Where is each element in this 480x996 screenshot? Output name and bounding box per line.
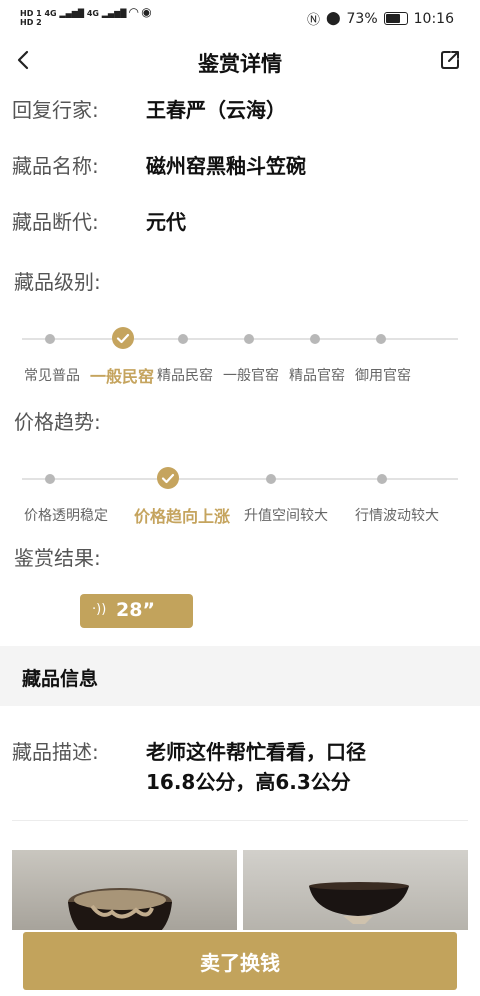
trend-label: 价格趋势: — [14, 410, 101, 434]
nfc-icon: Ⓝ — [306, 13, 320, 28]
info-section-bar: 藏品信息 — [0, 646, 480, 706]
desc-line-1: 老师这件帮忙看看，口径 — [146, 740, 366, 764]
desc-line-2: 16.8公分，高6.3公分 — [146, 770, 351, 794]
grade-step-dot — [376, 334, 386, 344]
signal-icon: ▂▄▆█ — [59, 9, 85, 18]
result-label: 鉴赏结果: — [14, 546, 101, 570]
wifi-icon: ◠ — [129, 5, 139, 19]
status-left: HD 1 4G ▂▄▆█ 4G ▂▄▆█ ◠ ◉ HD 2 — [20, 5, 152, 27]
grade-step-dot — [310, 334, 320, 344]
section-title: 藏品信息 — [22, 668, 99, 690]
item-name-value: 磁州窑黑釉斗笠碗 — [146, 154, 306, 178]
location-icon: ⬤ — [325, 11, 341, 26]
grade-step-label: 一般官窑 — [223, 368, 279, 384]
voice-message-button[interactable]: ·)) 28” — [80, 594, 193, 628]
battery-percent: 73% — [346, 10, 378, 27]
grade-track — [22, 338, 458, 340]
grade-step-label-active: 一般民窑 — [90, 367, 155, 386]
dynasty-value: 元代 — [146, 210, 186, 234]
item-photo-1[interactable] — [12, 850, 237, 930]
sell-button[interactable]: 卖了换钱 — [23, 932, 457, 990]
status-bar: HD 1 4G ▂▄▆█ 4G ▂▄▆█ ◠ ◉ HD 2 Ⓝ ⬤ 73% 10… — [0, 0, 480, 36]
trend-step-dot — [377, 474, 387, 484]
trend-step-label-active: 价格趋向上涨 — [134, 507, 231, 526]
sim2-label: HD 2 — [20, 18, 42, 27]
trend-step-label: 价格透明稳定 — [24, 508, 108, 524]
net-label: 4G — [44, 9, 57, 18]
voice-duration: 28” — [116, 599, 155, 621]
grade-label: 藏品级别: — [14, 270, 101, 294]
grade-selected-check-icon — [112, 327, 134, 349]
sim1-label: HD 1 — [20, 9, 42, 18]
item-name-label: 藏品名称: — [12, 154, 99, 178]
expert-value: 王春严（云海） — [146, 98, 286, 122]
clock: 10:16 — [413, 10, 454, 27]
desc-label: 藏品描述: — [12, 740, 99, 764]
net-label-2: 4G — [86, 9, 99, 18]
grade-step-label: 精品民窑 — [157, 368, 213, 384]
grade-step-label: 御用官窑 — [355, 368, 411, 384]
voice-wave-icon: ·)) — [92, 602, 107, 617]
grade-step-label: 精品官窑 — [289, 368, 345, 384]
grade-step-dot — [244, 334, 254, 344]
page-title: 鉴赏详情 — [198, 52, 282, 76]
trend-track — [22, 478, 458, 480]
signal-icon-2: ▂▄▆█ — [101, 9, 127, 18]
grade-step-label: 常见普品 — [24, 368, 80, 384]
trend-step-label: 升值空间较大 — [244, 508, 328, 524]
grade-step-dot — [45, 334, 55, 344]
trend-step-dot — [45, 474, 55, 484]
divider — [12, 820, 468, 821]
item-photo-2[interactable] — [243, 850, 468, 930]
status-right: Ⓝ ⬤ 73% 10:16 — [306, 9, 454, 29]
expert-label: 回复行家: — [12, 98, 99, 122]
dynasty-label: 藏品断代: — [12, 210, 99, 234]
trend-step-dot — [266, 474, 276, 484]
trend-step-label: 行情波动较大 — [355, 508, 439, 524]
grade-step-dot — [178, 334, 188, 344]
share-icon[interactable] — [438, 48, 462, 72]
nav-header: 鉴赏详情 — [0, 36, 480, 88]
trend-selected-check-icon — [157, 467, 179, 489]
eye-icon: ◉ — [141, 5, 152, 19]
battery-icon — [383, 12, 408, 25]
